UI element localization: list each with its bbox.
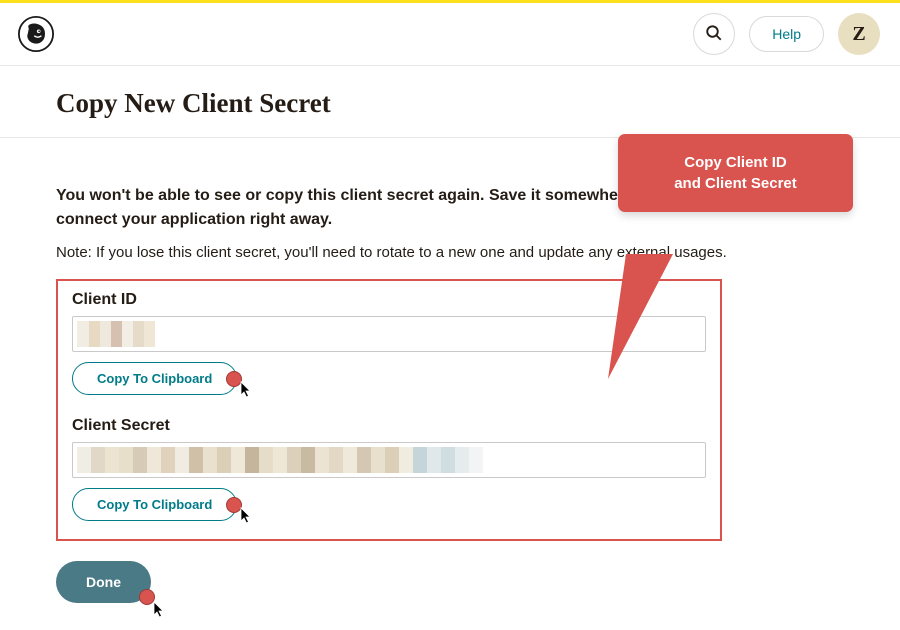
- main-content: Copy Client ID and Client Secret You won…: [0, 138, 900, 603]
- copy-button-label: Copy To Clipboard: [97, 497, 212, 512]
- done-button[interactable]: Done: [56, 561, 151, 603]
- copy-button-label: Copy To Clipboard: [97, 371, 212, 386]
- redacted-value: [77, 447, 701, 473]
- note-text: Note: If you lose this client secret, yo…: [56, 244, 844, 261]
- copy-client-secret-button[interactable]: Copy To Clipboard: [72, 488, 237, 521]
- callout-line2: and Client Secret: [634, 173, 837, 194]
- annotation-dot: [226, 371, 242, 387]
- cursor-icon: [240, 381, 254, 399]
- client-secret-label: Client Secret: [72, 417, 706, 435]
- copy-client-id-button[interactable]: Copy To Clipboard: [72, 362, 237, 395]
- logo-mailchimp[interactable]: [18, 16, 54, 52]
- cursor-icon: [240, 507, 254, 525]
- title-section: Copy New Client Secret: [0, 66, 900, 138]
- header: Help Z: [0, 3, 900, 66]
- client-secret-input[interactable]: [72, 442, 706, 478]
- annotation-dot: [139, 589, 155, 605]
- annotation-dot: [226, 497, 242, 513]
- callout-line1: Copy Client ID: [634, 152, 837, 173]
- done-button-label: Done: [86, 574, 121, 590]
- search-icon: [705, 24, 723, 45]
- annotation-callout: Copy Client ID and Client Secret: [618, 134, 853, 212]
- page-title: Copy New Client Secret: [56, 88, 844, 119]
- cursor-icon: [153, 601, 167, 619]
- client-secret-group: Client Secret: [72, 417, 706, 521]
- search-button[interactable]: [693, 13, 735, 55]
- help-button[interactable]: Help: [749, 16, 824, 52]
- avatar[interactable]: Z: [838, 13, 880, 55]
